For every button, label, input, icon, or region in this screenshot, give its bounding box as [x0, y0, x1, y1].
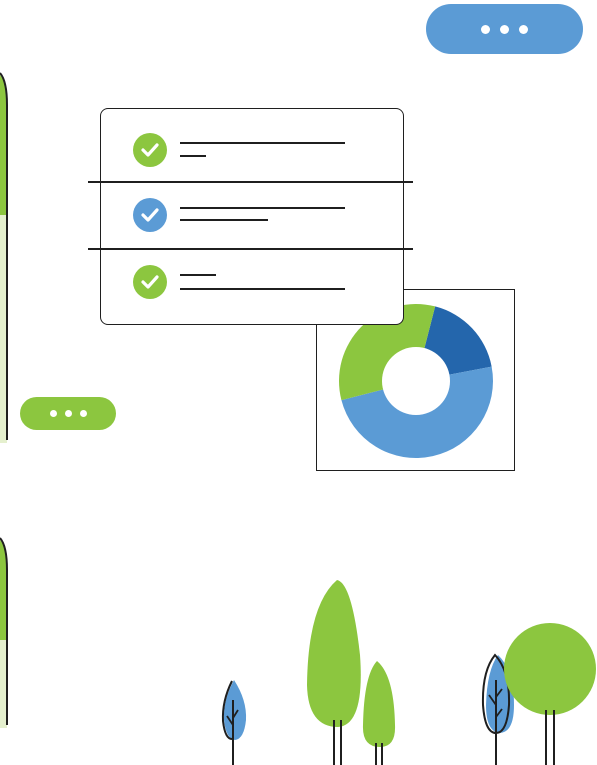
typing-bubble-left: [20, 397, 116, 430]
text-line-placeholder: [180, 142, 345, 144]
left-phone-panel-bottom: [0, 537, 8, 728]
more-dots-icon: [481, 24, 490, 34]
tree-icon: [362, 661, 396, 765]
text-line-placeholder: [180, 155, 206, 157]
text-line-placeholder: [180, 288, 345, 290]
text-line-placeholder: [180, 207, 345, 209]
tree-icon: [221, 680, 247, 765]
more-dots-icon: [49, 410, 57, 417]
typing-bubble-top: [426, 4, 583, 54]
tree-icon: [307, 580, 361, 765]
left-phone-panel-top: [0, 72, 8, 443]
check-icon: [133, 198, 167, 232]
tree-icon: [504, 623, 596, 765]
donut-hole: [382, 347, 450, 415]
row-divider: [88, 248, 413, 250]
check-icon: [133, 265, 167, 299]
text-line-placeholder: [180, 274, 216, 276]
trees-illustration: [221, 580, 596, 765]
donut-chart: [339, 304, 493, 458]
check-icon: [133, 133, 167, 167]
row-divider: [88, 181, 413, 183]
text-line-placeholder: [180, 219, 268, 221]
